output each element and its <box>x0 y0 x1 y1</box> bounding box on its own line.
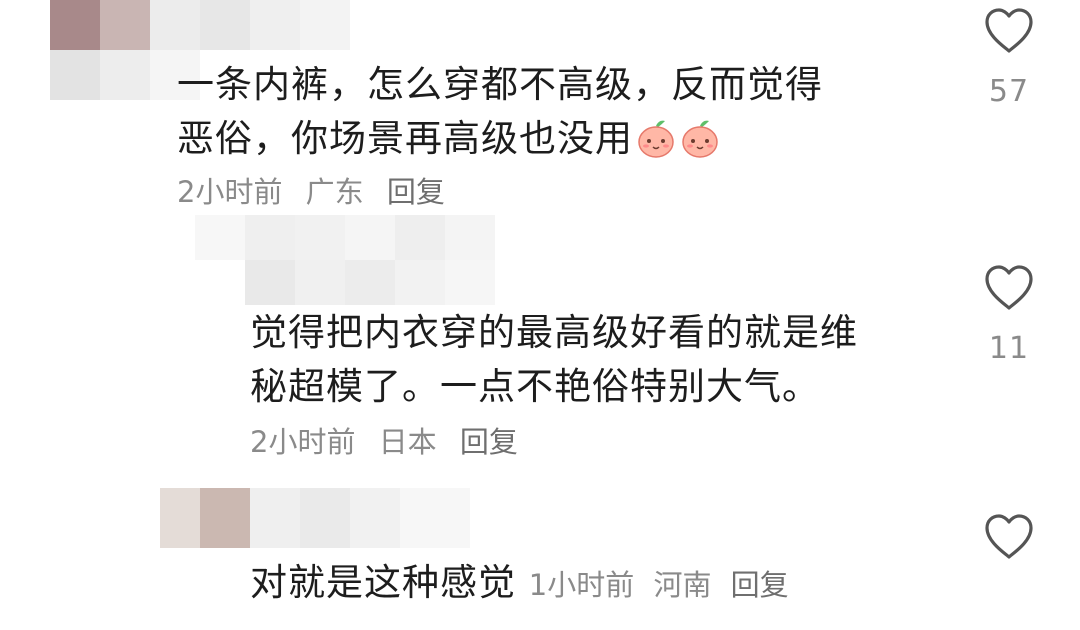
comment-text: 对就是这种感觉 1小时前 河南 回复 <box>250 556 799 612</box>
comment-item: 对就是这种感觉 1小时前 河南 回复 <box>0 0 1080 630</box>
comment-meta: 1小时前 河南 回复 <box>529 568 799 602</box>
comment-location: 河南 <box>653 568 712 602</box>
comment-line: 对就是这种感觉 <box>250 561 516 604</box>
heart-outline-icon <box>985 514 1033 559</box>
comment-time: 1小时前 <box>528 568 635 602</box>
avatar-blurred[interactable] <box>160 488 470 548</box>
like-button[interactable] <box>974 512 1044 562</box>
reply-button[interactable]: 回复 <box>731 568 789 602</box>
